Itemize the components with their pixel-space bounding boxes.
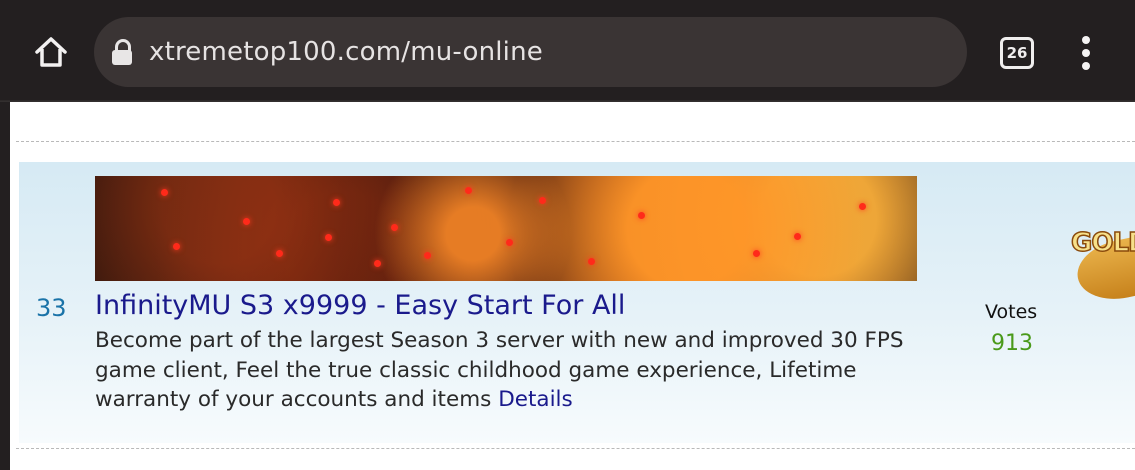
divider — [16, 448, 1135, 449]
viewport-edge — [0, 102, 10, 470]
browser-toolbar: xtremetop100.com/mu-online 26 — [0, 0, 1135, 102]
server-description: Become part of the largest Season 3 serv… — [95, 326, 955, 415]
votes-label: Votes — [985, 301, 1038, 323]
gold-badge: GOLD — [1059, 202, 1135, 302]
overflow-menu-button[interactable] — [1076, 36, 1096, 70]
details-link[interactable]: Details — [498, 387, 573, 412]
menu-dot-icon — [1082, 62, 1090, 70]
home-button[interactable] — [30, 34, 72, 70]
gold-badge-text: GOLD — [1070, 227, 1135, 259]
votes-count: 913 — [991, 331, 1033, 356]
url-text[interactable]: xtremetop100.com/mu-online — [149, 37, 543, 67]
server-banner-image[interactable] — [95, 176, 917, 281]
server-listing: 33 InfinityMU S3 x9999 - Easy Start For … — [19, 162, 1135, 443]
page-content: 33 InfinityMU S3 x9999 - Easy Start For … — [10, 102, 1135, 470]
menu-dot-icon — [1082, 36, 1090, 44]
lock-icon[interactable] — [111, 39, 133, 65]
address-bar[interactable]: xtremetop100.com/mu-online — [94, 17, 967, 87]
menu-dot-icon — [1082, 49, 1090, 57]
server-rank: 33 — [36, 294, 67, 322]
divider — [16, 141, 1135, 142]
tab-switcher-button[interactable]: 26 — [1000, 37, 1034, 69]
home-icon — [35, 37, 67, 67]
server-title-link[interactable]: InfinityMU S3 x9999 - Easy Start For All — [95, 290, 625, 321]
